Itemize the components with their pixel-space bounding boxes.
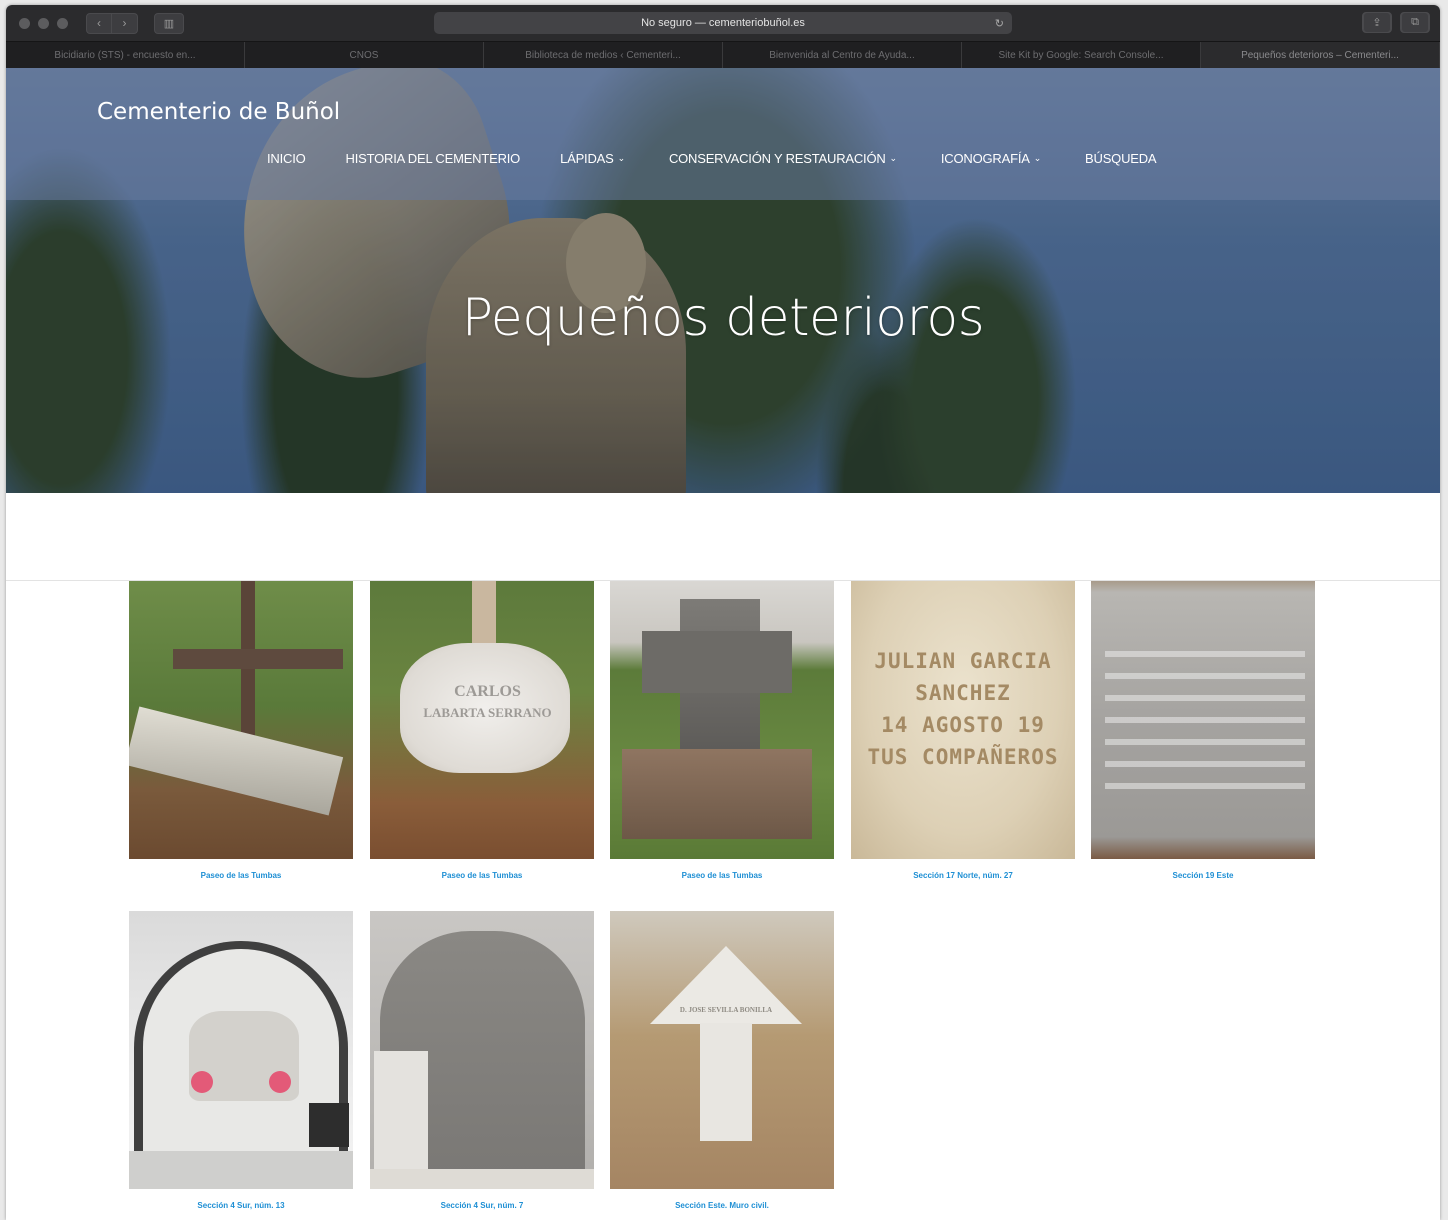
plaque-line: LABARTA SERRANO xyxy=(423,705,552,720)
close-window-icon[interactable] xyxy=(19,17,30,29)
nav-item-busqueda[interactable]: BÚSQUEDA xyxy=(1085,151,1157,166)
gallery-caption-link[interactable]: Sección 17 Norte, núm. 27 xyxy=(851,871,1075,880)
gallery-image-julian-plaque[interactable]: JULIAN GARCIA SANCHEZ 14 AGOSTO 19 TUS C… xyxy=(851,581,1075,859)
gallery-image-marble-slab[interactable] xyxy=(1091,581,1315,859)
arrow-shaft-marble xyxy=(700,1023,752,1141)
forward-button[interactable]: › xyxy=(112,12,138,34)
gallery-image-carlos-plaque[interactable]: CARLOS LABARTA SERRANO xyxy=(370,581,594,859)
back-button[interactable]: ‹ xyxy=(86,12,112,34)
browser-window: ‹ › ▥ No seguro — cementeriobuñol.es ↻ ⇪… xyxy=(6,5,1440,1220)
nav-item-inicio[interactable]: INICIO xyxy=(267,151,306,166)
content-spacer xyxy=(6,493,1440,581)
plaque-line: 14 AGOSTO 19 xyxy=(881,713,1045,737)
stone-cross-horizontal xyxy=(642,631,792,693)
nav-item-iconografia[interactable]: ICONOGRAFÍA ⌄ xyxy=(941,151,1041,166)
niche-base xyxy=(370,1169,594,1189)
gallery-caption-link[interactable]: Sección 4 Sur, núm. 7 xyxy=(370,1201,594,1210)
url-text: No seguro — cementeriobuñol.es xyxy=(641,17,805,29)
stone-pedestal xyxy=(622,749,812,839)
sidebar-toggle-button[interactable]: ▥ xyxy=(154,12,184,34)
window-controls xyxy=(19,17,68,29)
headstone-text: D. JOSE SEVILLA BONILLA xyxy=(679,1006,773,1014)
reload-icon[interactable]: ↻ xyxy=(995,17,1004,30)
browser-tab[interactable]: Bicidiario (STS) - encuesto en... xyxy=(6,42,245,68)
tabs-icon: ⧉ xyxy=(1401,12,1429,33)
site-header xyxy=(6,68,1440,200)
chevron-left-icon: ‹ xyxy=(97,16,101,30)
gallery-caption-link[interactable]: Paseo de las Tumbas xyxy=(370,871,594,880)
hero-banner: Cementerio de Buñol INICIO HISTORIA DEL … xyxy=(6,68,1440,493)
page-title: Pequeños deterioros xyxy=(461,288,985,348)
gallery-caption-link[interactable]: Sección 4 Sur, núm. 13 xyxy=(129,1201,353,1210)
plaque-line: JULIAN GARCIA xyxy=(874,649,1052,673)
plaque-line: TUS COMPAÑEROS xyxy=(867,745,1059,769)
site-title-link[interactable]: Cementerio de Buñol xyxy=(97,99,340,125)
nav-label: BÚSQUEDA xyxy=(1085,151,1157,166)
minimize-window-icon[interactable] xyxy=(38,17,49,29)
chevron-down-icon: ⌄ xyxy=(889,153,898,163)
plaque-text: JULIAN GARCIA SANCHEZ 14 AGOSTO 19 TUS C… xyxy=(851,645,1075,773)
pink-flower xyxy=(269,1071,291,1093)
nav-item-lapidas[interactable]: LÁPIDAS ⌄ xyxy=(560,151,625,166)
browser-toolbar: ‹ › ▥ No seguro — cementeriobuñol.es ↻ ⇪… xyxy=(6,5,1440,41)
gallery-caption-link[interactable]: Sección Este. Muro civil. xyxy=(610,1201,834,1210)
nav-item-conservacion[interactable]: CONSERVACIÓN Y RESTAURACIÓN ⌄ xyxy=(669,151,897,166)
nav-label: CONSERVACIÓN Y RESTAURACIÓN xyxy=(668,151,886,166)
niche-ledge xyxy=(129,1151,353,1189)
tabs-overview-button[interactable]: ⧉ xyxy=(1400,12,1430,33)
gallery-caption-link[interactable]: Sección 19 Este xyxy=(1091,871,1315,880)
nav-label: HISTORIA DEL CEMENTERIO xyxy=(345,151,521,166)
worn-inscription xyxy=(1105,651,1305,791)
browser-tab-active[interactable]: Pequeños deterioros – Cementeri... xyxy=(1201,42,1440,68)
nav-label: INICIO xyxy=(267,151,306,166)
zoom-window-icon[interactable] xyxy=(57,17,68,29)
gallery-image-wooden-cross[interactable] xyxy=(129,581,353,859)
browser-tab[interactable]: Bienvenida al Centro de Ayuda... xyxy=(723,42,962,68)
plaque-line: CARLOS xyxy=(454,683,521,700)
gallery-image-grey-niche[interactable] xyxy=(370,911,594,1189)
nav-label: ICONOGRAFÍA xyxy=(940,151,1030,166)
gallery-caption-link[interactable]: Paseo de las Tumbas xyxy=(610,871,834,880)
share-icon: ⇪ xyxy=(1363,12,1391,33)
chevron-right-icon: › xyxy=(122,16,127,30)
address-bar[interactable]: No seguro — cementeriobuñol.es ↻ xyxy=(434,12,1012,34)
gallery-image-arrow-headstone[interactable]: D. JOSE SEVILLA BONILLA xyxy=(610,911,834,1189)
chevron-down-icon: ⌄ xyxy=(1033,153,1042,163)
tab-bar: Bicidiario (STS) - encuesto en... CNOS B… xyxy=(6,41,1440,68)
pink-flower xyxy=(191,1071,213,1093)
main-navigation: INICIO HISTORIA DEL CEMENTERIO LÁPIDAS ⌄ … xyxy=(267,151,1157,166)
plaque-line: SANCHEZ xyxy=(915,681,1011,705)
gallery-caption-link[interactable]: Paseo de las Tumbas xyxy=(129,871,353,880)
nav-label: LÁPIDAS xyxy=(560,151,614,166)
cross-arm xyxy=(173,649,343,669)
chevron-down-icon: ⌄ xyxy=(617,153,626,163)
broken-marble-piece xyxy=(374,1051,428,1171)
gallery-image-stone-cross[interactable] xyxy=(610,581,834,859)
sidebar-icon: ▥ xyxy=(163,17,175,30)
browser-tab[interactable]: Site Kit by Google: Search Console... xyxy=(962,42,1201,68)
gallery-image-niche-flowers[interactable] xyxy=(129,911,353,1189)
browser-tab[interactable]: Biblioteca de medios ‹ Cementeri... xyxy=(484,42,723,68)
plaque-text: CARLOS LABARTA SERRANO xyxy=(420,681,555,723)
browser-tab[interactable]: CNOS xyxy=(245,42,484,68)
photo-frame xyxy=(309,1103,349,1147)
nav-item-historia[interactable]: HISTORIA DEL CEMENTERIO xyxy=(346,151,521,166)
share-button[interactable]: ⇪ xyxy=(1362,12,1392,33)
